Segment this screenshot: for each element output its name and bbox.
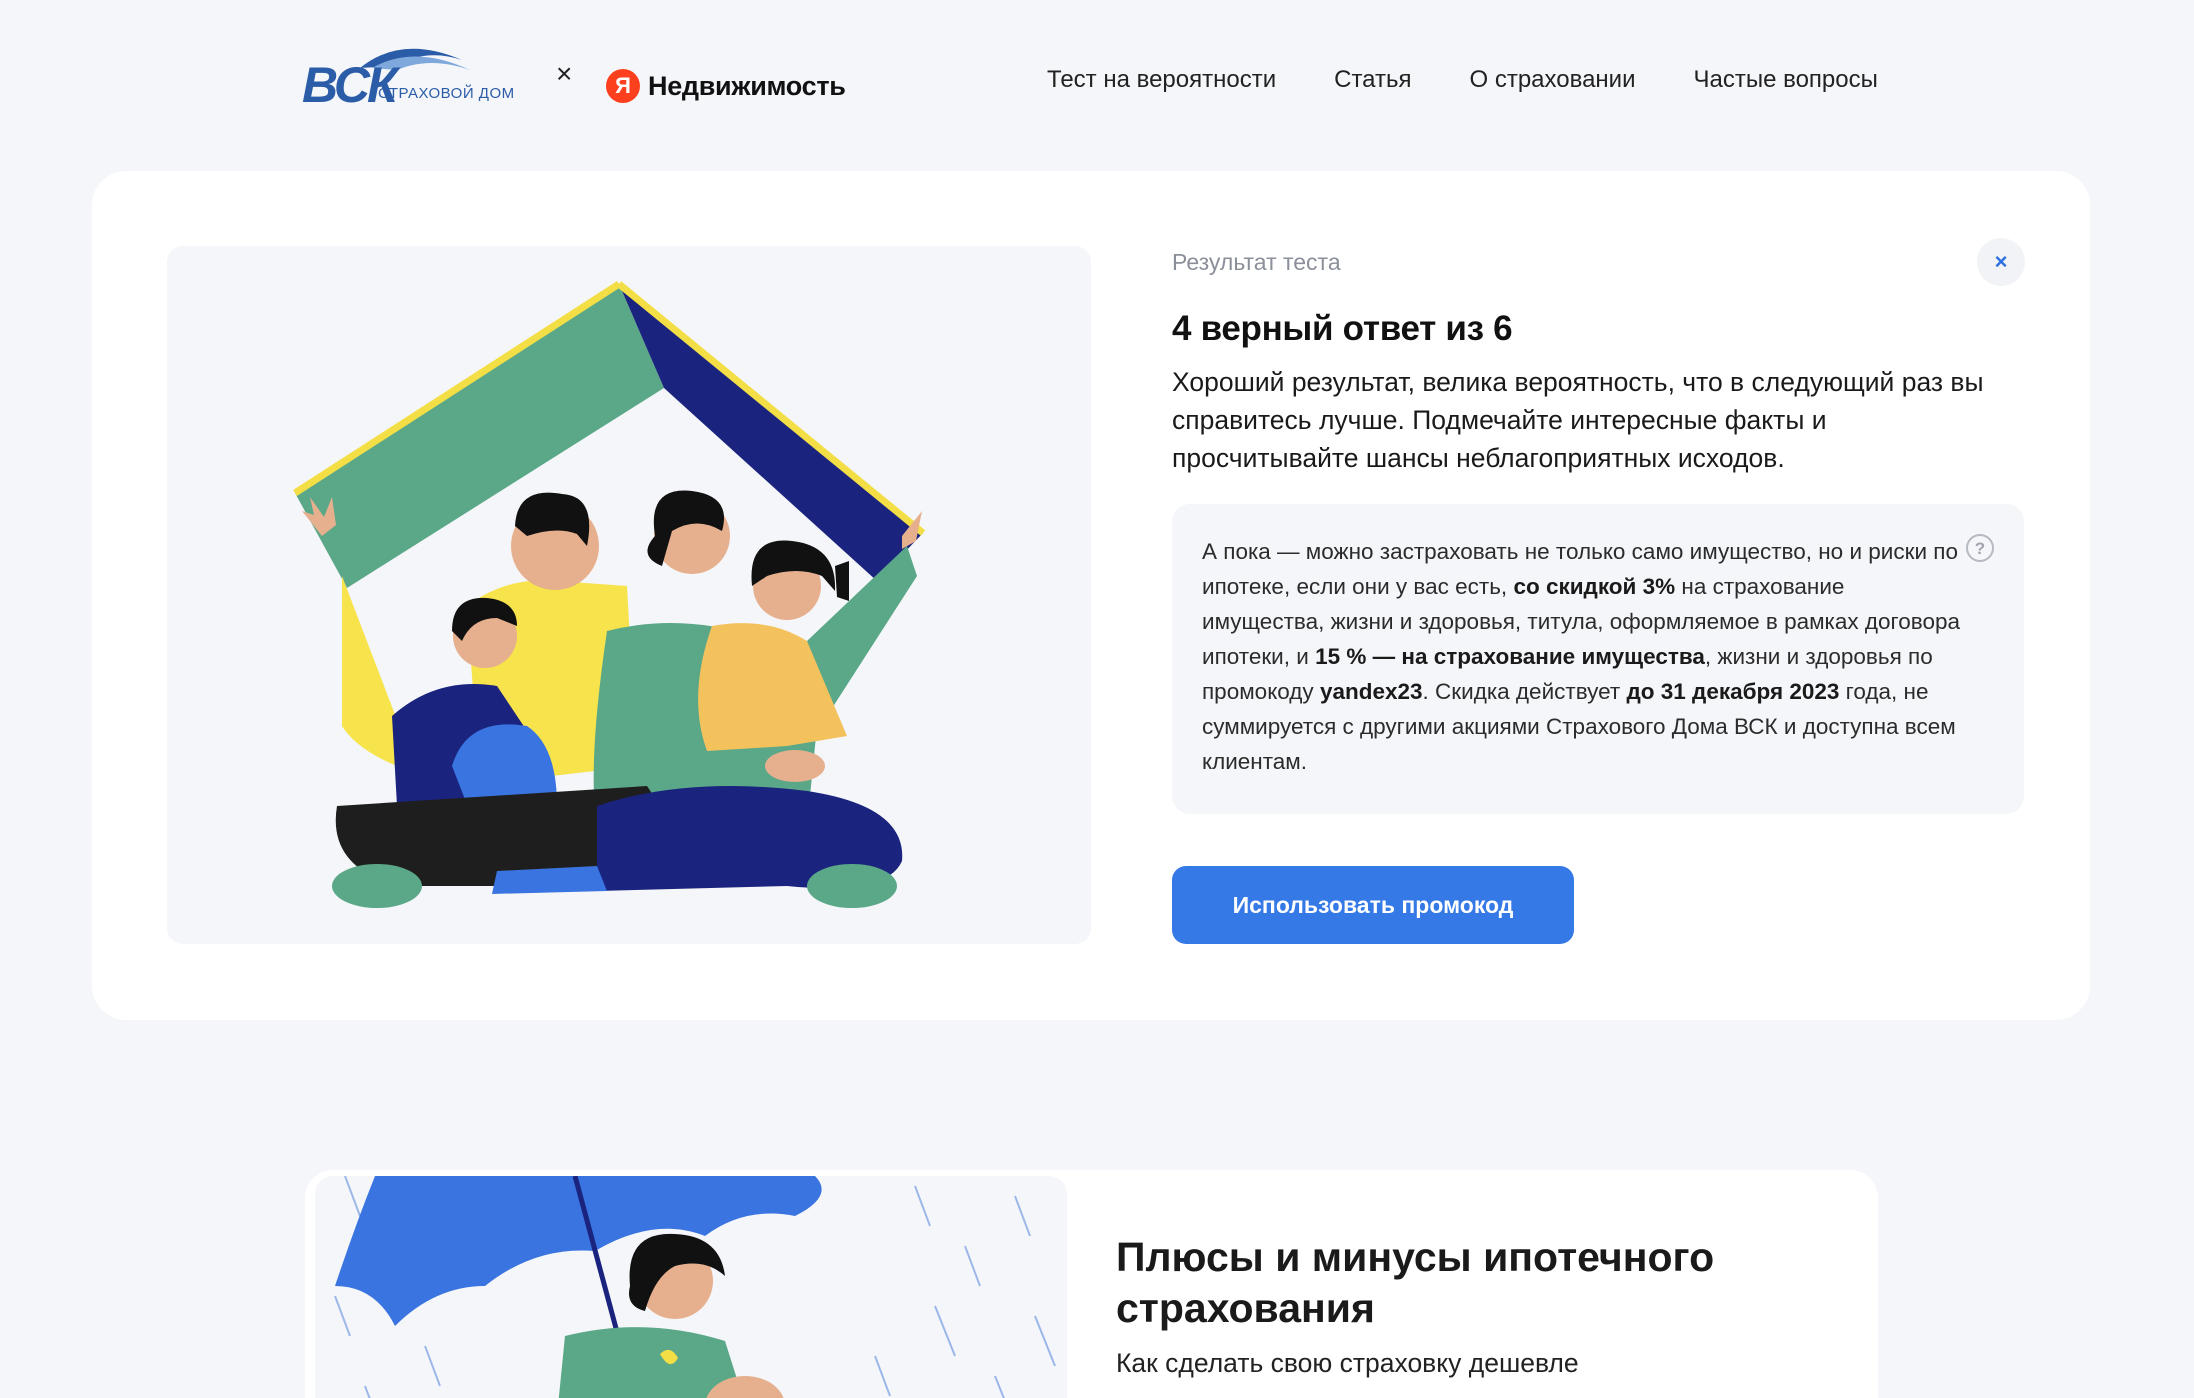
nav-item-test[interactable]: Тест на вероятности xyxy=(1047,66,1276,94)
site-header: ВСК СТРАХОВОЙ ДОМ × Я Недвижимость Тест … xyxy=(0,0,2194,170)
family-under-roof-image xyxy=(293,281,926,908)
family-house-illustration xyxy=(167,246,1091,944)
result-score: 4 верный ответ из 6 xyxy=(1172,309,1513,348)
article-subtitle: Как сделать свою страховку дешевле xyxy=(1116,1348,1579,1378)
vsk-logo[interactable]: ВСК СТРАХОВОЙ ДОМ xyxy=(302,38,532,110)
yandex-realty-logo[interactable]: Я Недвижимость xyxy=(606,68,846,104)
article-title: Плюсы и минусы ипотечного страхования xyxy=(1116,1234,1715,1331)
article-card[interactable]: Плюсы и минусы ипотечного страхования Ка… xyxy=(305,1170,1878,1398)
help-icon[interactable]: ? xyxy=(1966,534,1994,562)
vsk-logo-subtitle: СТРАХОВОЙ ДОМ xyxy=(378,85,515,102)
nav-item-article[interactable]: Статья xyxy=(1334,66,1411,94)
promo-text: А пока — можно застраховать не только са… xyxy=(1202,539,1961,774)
yandex-icon: Я xyxy=(606,69,640,103)
close-icon: × xyxy=(1994,249,2008,274)
result-description: Хороший результат, велика вероятность, ч… xyxy=(1172,367,1984,473)
yandex-realty-label: Недвижимость xyxy=(648,70,846,101)
umbrella-illustration xyxy=(315,1176,1067,1398)
close-button[interactable]: × xyxy=(1977,238,2025,286)
result-label: Результат теста xyxy=(1172,249,1341,275)
test-result-card: Результат теста × 4 верный ответ из 6 Хо… xyxy=(92,171,2090,1020)
nav-item-about-insurance[interactable]: О страховании xyxy=(1469,66,1635,94)
woman-with-umbrella-image xyxy=(334,1176,1056,1398)
promo-info-box: А пока — можно застраховать не только са… xyxy=(1172,504,2024,814)
partnership-cross: × xyxy=(556,58,573,89)
main-nav: Тест на вероятности Статья О страховании… xyxy=(1047,66,1936,94)
nav-item-faq[interactable]: Частые вопросы xyxy=(1693,66,1877,94)
use-promocode-button[interactable]: Использовать промокод xyxy=(1172,866,1574,944)
